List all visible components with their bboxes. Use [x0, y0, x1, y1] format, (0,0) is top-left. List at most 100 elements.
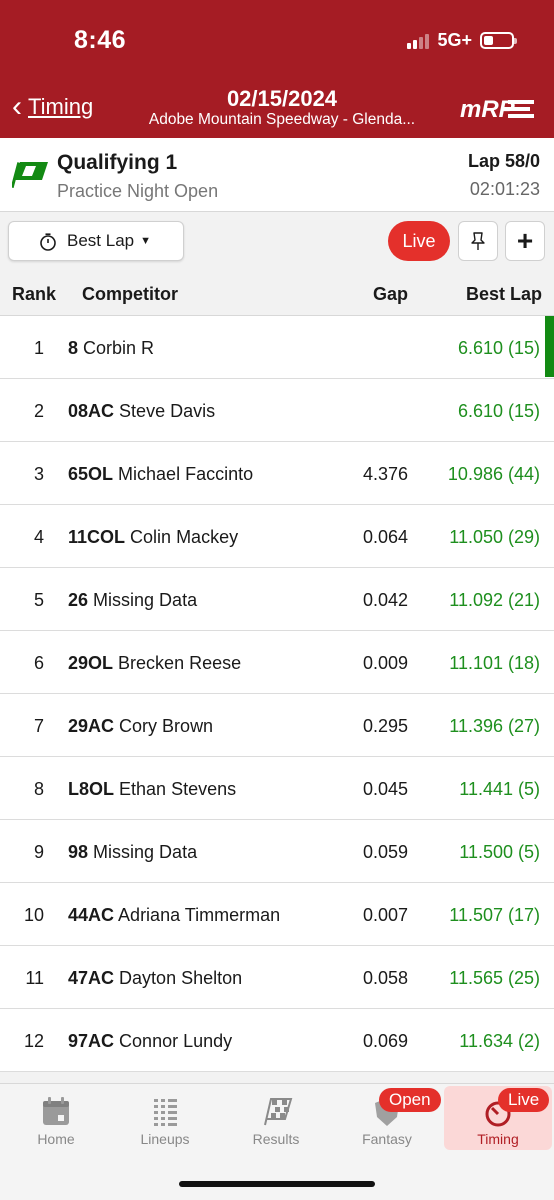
car-number: 26	[68, 590, 89, 610]
table-row[interactable]: 8 L8OL Ethan Stevens 0.045 11.441 (5)	[0, 757, 554, 820]
table-row[interactable]: 4 11COL Colin Mackey 0.064 11.050 (29)	[0, 505, 554, 568]
competitor-cell: 97AC Connor Lundy	[68, 1031, 232, 1052]
table-row[interactable]: 7 29AC Cory Brown 0.295 11.396 (27)	[0, 694, 554, 757]
car-number: 44AC	[68, 905, 115, 925]
driver-name: Michael Faccinto	[118, 464, 254, 484]
session-title: Qualifying 1	[57, 151, 178, 174]
car-number: 97AC	[68, 1031, 115, 1051]
open-badge: Open	[379, 1088, 441, 1112]
gap-cell: 0.058	[362, 968, 408, 988]
checkered-flag-icon	[264, 1098, 293, 1126]
column-best-lap[interactable]: Best Lap	[466, 284, 542, 305]
driver-name: Missing Data	[93, 842, 198, 862]
sort-label: Best Lap	[67, 231, 135, 250]
car-number: 47AC	[68, 968, 115, 988]
rank-cell: 3	[33, 464, 44, 484]
best-lap-cell: 10.986 (44)	[447, 464, 540, 484]
gap-cell: 0.007	[362, 905, 408, 925]
table-row[interactable]: 6 29OL Brecken Reese 0.009 11.101 (18)	[0, 631, 554, 694]
driver-name: Connor Lundy	[119, 1031, 233, 1051]
tab-label: Fantasy	[362, 1131, 412, 1147]
driver-name: Brecken Reese	[118, 653, 242, 673]
back-button[interactable]: ‹ Timing	[12, 92, 93, 122]
best-lap-cell: 6.610 (15)	[457, 338, 540, 358]
best-lap-cell: 11.441 (5)	[459, 779, 540, 799]
network-label: 5G+	[437, 30, 472, 50]
competitor-cell: 29OL Brecken Reese	[68, 653, 241, 674]
signal-icon	[407, 33, 430, 49]
add-button[interactable]: +	[505, 221, 545, 261]
car-number: 08AC	[68, 401, 115, 421]
table-row[interactable]: 3 65OL Michael Faccinto 4.376 10.986 (44)	[0, 442, 554, 505]
live-button[interactable]: Live	[388, 221, 450, 261]
driver-name: Dayton Shelton	[119, 968, 243, 988]
tab-label: Results	[252, 1131, 300, 1147]
table-row[interactable]: 10 44AC Adriana Timmerman 0.007 11.507 (17)	[0, 883, 554, 946]
table-row[interactable]: 9 98 Missing Data 0.059 11.500 (5)	[0, 820, 554, 883]
caret-down-icon: ▼	[140, 235, 151, 247]
tab-label: Home	[37, 1131, 75, 1147]
tab-results[interactable]: Results	[222, 1086, 330, 1150]
car-number: 65OL	[68, 464, 114, 484]
table-row[interactable]: 5 26 Missing Data 0.042 11.092 (21)	[0, 568, 554, 631]
best-lap-cell: 11.092 (21)	[449, 590, 540, 610]
column-competitor[interactable]: Competitor	[82, 284, 178, 305]
app-header: 8:46 5G+ ‹ Timing 02/15/2024 Adobe Mount…	[0, 0, 554, 138]
column-gap[interactable]: Gap	[373, 284, 408, 305]
competitor-cell: 98 Missing Data	[68, 842, 197, 863]
status-time: 8:46	[74, 26, 127, 54]
event-date: 02/15/2024	[226, 86, 338, 111]
rank-cell: 5	[33, 590, 44, 610]
competitor-cell: 08AC Steve Davis	[68, 401, 215, 422]
rank-cell: 7	[33, 716, 44, 736]
competitor-cell: L8OL Ethan Stevens	[68, 779, 236, 800]
chevron-left-icon: ‹	[12, 90, 22, 123]
car-number: 29AC	[68, 716, 115, 736]
list-icon	[154, 1099, 177, 1126]
stopwatch-icon	[40, 233, 56, 251]
driver-name: Missing Data	[93, 590, 198, 610]
tab-fantasy[interactable]: Fantasy Open	[333, 1086, 441, 1150]
session-clock: 02:01:23	[469, 179, 540, 199]
battery-icon	[480, 32, 517, 49]
table-row[interactable]: 11 47AC Dayton Shelton 0.058 11.565 (25)	[0, 946, 554, 1009]
best-lap-cell: 6.610 (15)	[457, 401, 540, 421]
session-subtitle: Practice Night Open	[57, 181, 219, 201]
column-rank[interactable]: Rank	[12, 284, 56, 305]
rank-cell: 4	[33, 527, 44, 547]
tab-label: Lineups	[140, 1131, 190, 1147]
table-header: Rank Competitor Gap Best Lap	[0, 270, 554, 316]
best-lap-cell: 11.565 (25)	[449, 968, 540, 988]
driver-name: Corbin R	[83, 338, 155, 358]
gap-cell: 0.009	[362, 653, 408, 673]
rank-cell: 8	[33, 779, 44, 799]
best-lap-cell: 11.634 (2)	[459, 1031, 540, 1051]
rank-cell: 12	[23, 1031, 44, 1051]
competitor-cell: 65OL Michael Faccinto	[68, 464, 253, 485]
driver-name: Cory Brown	[119, 716, 214, 736]
plus-icon: +	[516, 225, 534, 256]
competitor-cell: 26 Missing Data	[68, 590, 197, 611]
scrollbar[interactable]	[545, 316, 554, 377]
car-number: 98	[68, 842, 89, 862]
pin-button[interactable]	[458, 221, 498, 261]
calendar-icon	[43, 1097, 69, 1125]
lap-counter: Lap 58/0	[467, 151, 540, 171]
table-row[interactable]: 2 08AC Steve Davis 6.610 (15)	[0, 379, 554, 442]
tab-home[interactable]: Home	[2, 1086, 110, 1150]
rank-cell: 2	[33, 401, 44, 421]
tab-lineups[interactable]: Lineups	[111, 1086, 219, 1150]
driver-name: Ethan Stevens	[119, 779, 237, 799]
best-lap-cell: 11.050 (29)	[449, 527, 540, 547]
status-indicators: 5G+	[407, 30, 517, 51]
gap-cell: 0.069	[362, 1031, 408, 1051]
driver-name: Steve Davis	[119, 401, 216, 421]
sort-dropdown[interactable]: Best Lap ▼	[8, 221, 184, 261]
tab-label: Timing	[477, 1131, 519, 1147]
tab-timing[interactable]: Timing Live	[444, 1086, 552, 1150]
car-number: 29OL	[68, 653, 114, 673]
back-label: Timing	[28, 94, 94, 119]
mrp-logo: mRP	[460, 96, 534, 123]
table-row[interactable]: 1 8 Corbin R 6.610 (15)	[0, 316, 554, 379]
table-row[interactable]: 12 97AC Connor Lundy 0.069 11.634 (2)	[0, 1009, 554, 1072]
